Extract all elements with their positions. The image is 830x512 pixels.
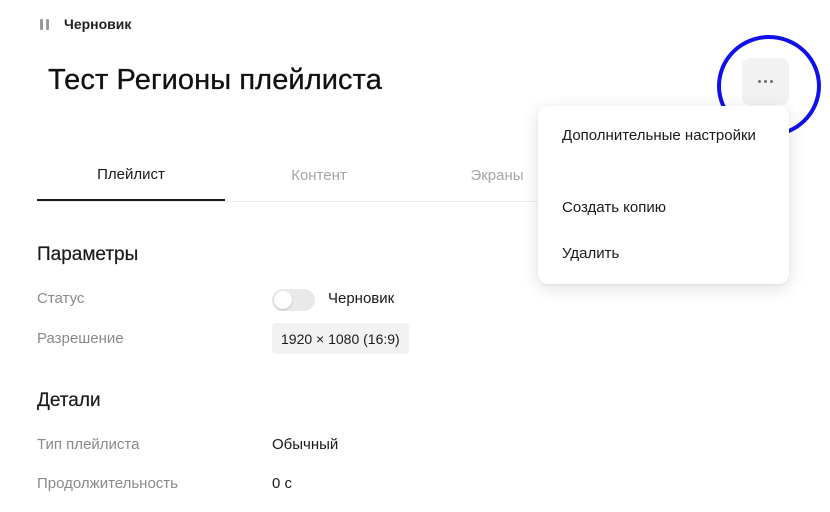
playlist-type-label: Тип плейлиста — [37, 436, 140, 453]
more-horizontal-icon — [758, 80, 761, 83]
tab-playlist[interactable]: Плейлист — [37, 150, 225, 201]
page-title: Тест Регионы плейлиста — [48, 64, 382, 96]
status-indicator-label: Черновик — [64, 16, 132, 32]
more-options-button[interactable] — [742, 58, 789, 105]
menu-item-delete[interactable]: Удалить — [562, 242, 762, 266]
status-value: Черновик — [328, 290, 395, 307]
pause-icon — [40, 18, 52, 30]
toggle-knob — [274, 291, 292, 309]
tab-content[interactable]: Контент — [225, 150, 413, 201]
section-title-details: Детали — [37, 390, 101, 411]
playlist-type-value: Обычный — [272, 436, 339, 453]
status-label: Статус — [37, 290, 85, 307]
duration-label: Продолжительность — [37, 475, 178, 492]
more-options-menu: Дополнительные настройки Создать копию У… — [538, 106, 789, 284]
section-title-parameters: Параметры — [37, 244, 139, 265]
status-indicator: Черновик — [40, 16, 131, 32]
status-toggle[interactable] — [272, 289, 315, 311]
resolution-label: Разрешение — [37, 330, 124, 347]
menu-item-create-copy[interactable]: Создать копию — [562, 196, 762, 220]
menu-item-advanced-settings[interactable]: Дополнительные настройки — [562, 124, 762, 148]
resolution-chip: 1920 × 1080 (16:9) — [272, 323, 409, 354]
duration-value: 0 с — [272, 475, 293, 492]
tab-bar: Плейлист Контент Экраны — [37, 150, 537, 202]
